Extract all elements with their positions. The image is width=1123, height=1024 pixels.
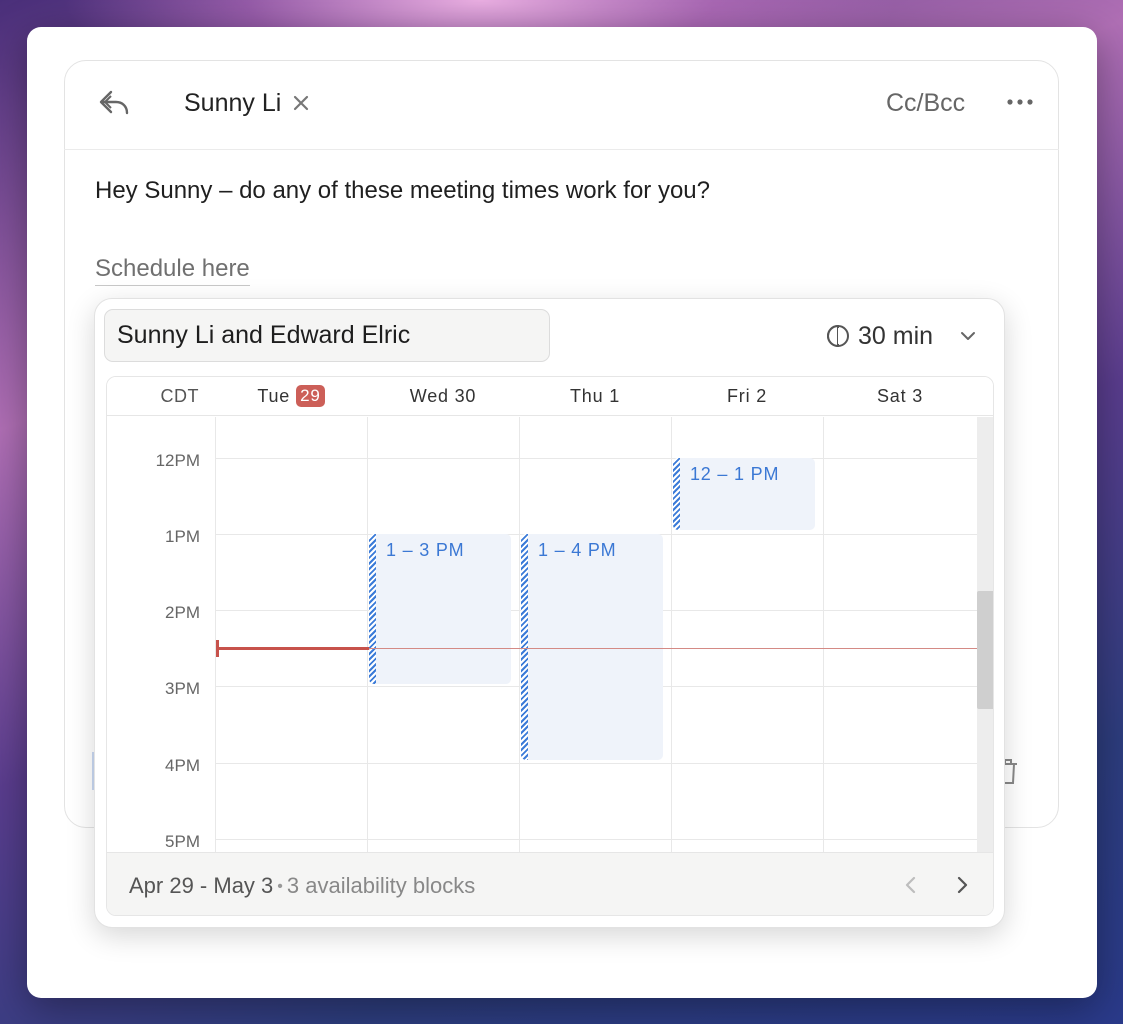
availability-block[interactable]: 1 – 4 PM: [521, 534, 663, 760]
day-header-thu[interactable]: Thu 1: [519, 377, 671, 416]
block-label: 1 – 4 PM: [538, 540, 617, 560]
scrollbar-thumb[interactable]: [977, 591, 993, 709]
hour-line: [215, 839, 977, 840]
column-divider: [671, 417, 672, 852]
day-label: Tue: [257, 386, 291, 406]
event-title-input[interactable]: Sunny Li and Edward Elric: [104, 309, 550, 362]
day-header-fri[interactable]: Fri 2: [671, 377, 823, 416]
duration-selector[interactable]: 30 min: [826, 320, 933, 352]
cc-bcc-button[interactable]: Cc/Bcc: [886, 88, 965, 118]
availability-block[interactable]: 12 – 1 PM: [673, 458, 815, 530]
chevron-down-icon[interactable]: [958, 326, 978, 346]
column-divider: [519, 417, 520, 852]
column-divider: [367, 417, 368, 852]
today-badge: 29: [296, 385, 325, 407]
hour-label: 3PM: [165, 679, 200, 698]
column-divider: [823, 417, 824, 852]
separator-dot: •: [277, 878, 283, 895]
block-stripe: [521, 534, 528, 760]
hour-label: 12PM: [155, 451, 200, 470]
day-header-tue[interactable]: Tue 29: [215, 377, 367, 416]
date-range-summary: Apr 29 - May 3 • 3 availability blocks: [129, 873, 475, 899]
duration-label: 30 min: [858, 321, 934, 350]
hour-label: 5PM: [165, 832, 200, 851]
availability-count: 3 availability blocks: [286, 873, 476, 898]
availability-block[interactable]: 1 – 3 PM: [369, 534, 511, 684]
block-label: 12 – 1 PM: [690, 464, 780, 484]
calendar-footer: Apr 29 - May 3 • 3 availability blocks: [107, 852, 993, 915]
block-stripe: [369, 534, 376, 684]
block-stripe: [673, 458, 680, 530]
time-grid[interactable]: 12PM 1PM 2PM 3PM 4PM 5PM 1 – 3 PM 1 – 4 …: [107, 417, 993, 852]
current-time-marker: [216, 640, 219, 657]
day-header-sat[interactable]: Sat 3: [823, 377, 977, 416]
hour-label: 1PM: [165, 527, 200, 546]
timezone-label: CDT: [160, 386, 199, 406]
duration-icon: [827, 324, 849, 348]
hour-label: 2PM: [165, 603, 200, 622]
hour-line: [215, 763, 977, 764]
date-range: Apr 29 - May 3: [129, 873, 274, 898]
reply-icon[interactable]: [98, 88, 130, 118]
recipient-name: Sunny Li: [184, 88, 282, 117]
calendar-grid: CDT Tue 29 Wed 30 Thu 1 Fri 2 Sat 3 12PM …: [106, 376, 994, 916]
hour-label: 4PM: [165, 756, 200, 775]
more-options-icon[interactable]: [1006, 96, 1034, 108]
chevron-right-icon[interactable]: [956, 875, 970, 895]
hour-line: [215, 458, 977, 459]
close-icon[interactable]: [292, 94, 310, 112]
current-time-indicator: [217, 647, 369, 650]
column-divider: [215, 417, 216, 852]
day-header-wed[interactable]: Wed 30: [367, 377, 519, 416]
recipient-chip[interactable]: Sunny Li: [184, 88, 281, 118]
schedule-link[interactable]: Schedule here: [95, 253, 250, 286]
block-label: 1 – 3 PM: [386, 540, 465, 560]
calendar-header: CDT Tue 29 Wed 30 Thu 1 Fri 2 Sat 3: [107, 377, 993, 416]
chevron-left-icon[interactable]: [903, 875, 917, 895]
message-body[interactable]: Hey Sunny – do any of these meeting time…: [95, 174, 710, 208]
